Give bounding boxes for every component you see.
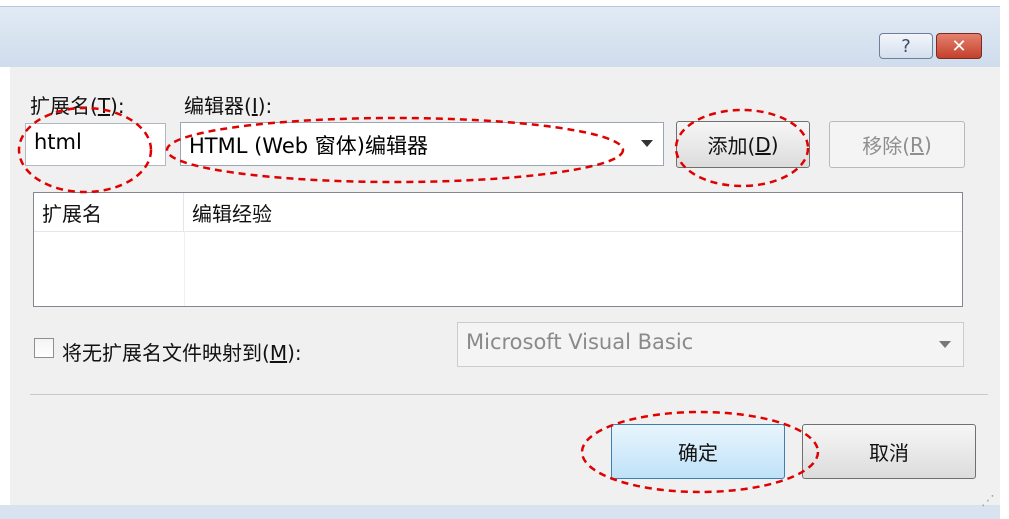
- map-no-extension-label: 将无扩展名文件映射到(M):: [62, 341, 302, 365]
- extension-input-value: html: [34, 130, 82, 154]
- extension-label: 扩展名(T):: [30, 94, 125, 118]
- map-no-extension-value: Microsoft Visual Basic: [466, 330, 694, 354]
- add-button[interactable]: 添加(D): [676, 121, 810, 168]
- column-header-extension[interactable]: 扩展名: [34, 193, 184, 231]
- cancel-button[interactable]: 取消: [802, 424, 976, 479]
- map-no-extension-checkbox[interactable]: [34, 338, 54, 358]
- editor-select[interactable]: HTML (Web 窗体)编辑器: [180, 122, 664, 166]
- column-header-editor[interactable]: 编辑经验: [184, 193, 962, 231]
- close-icon: ✕: [951, 35, 967, 57]
- divider: [30, 394, 988, 395]
- close-button[interactable]: ✕: [936, 33, 982, 59]
- dropdown-arrow-icon: [939, 341, 951, 348]
- extension-list[interactable]: 扩展名 编辑经验: [33, 192, 963, 307]
- help-button[interactable]: ?: [879, 33, 933, 59]
- editor-label: 编辑器(I):: [184, 94, 273, 118]
- dropdown-arrow-icon[interactable]: [641, 140, 653, 147]
- column-divider: [184, 231, 185, 306]
- map-no-extension-select: Microsoft Visual Basic: [457, 322, 964, 367]
- title-bar: ? ✕: [0, 6, 1000, 67]
- question-icon: ?: [901, 35, 911, 57]
- extension-input[interactable]: html: [25, 123, 166, 166]
- resize-grip-icon[interactable]: ⋰: [981, 493, 995, 509]
- editor-select-value: HTML (Web 窗体)编辑器: [189, 134, 428, 158]
- bottom-frame: [0, 505, 1000, 519]
- remove-button[interactable]: 移除(R): [829, 121, 965, 168]
- ok-button[interactable]: 确定: [611, 424, 785, 479]
- list-header: 扩展名 编辑经验: [34, 193, 962, 232]
